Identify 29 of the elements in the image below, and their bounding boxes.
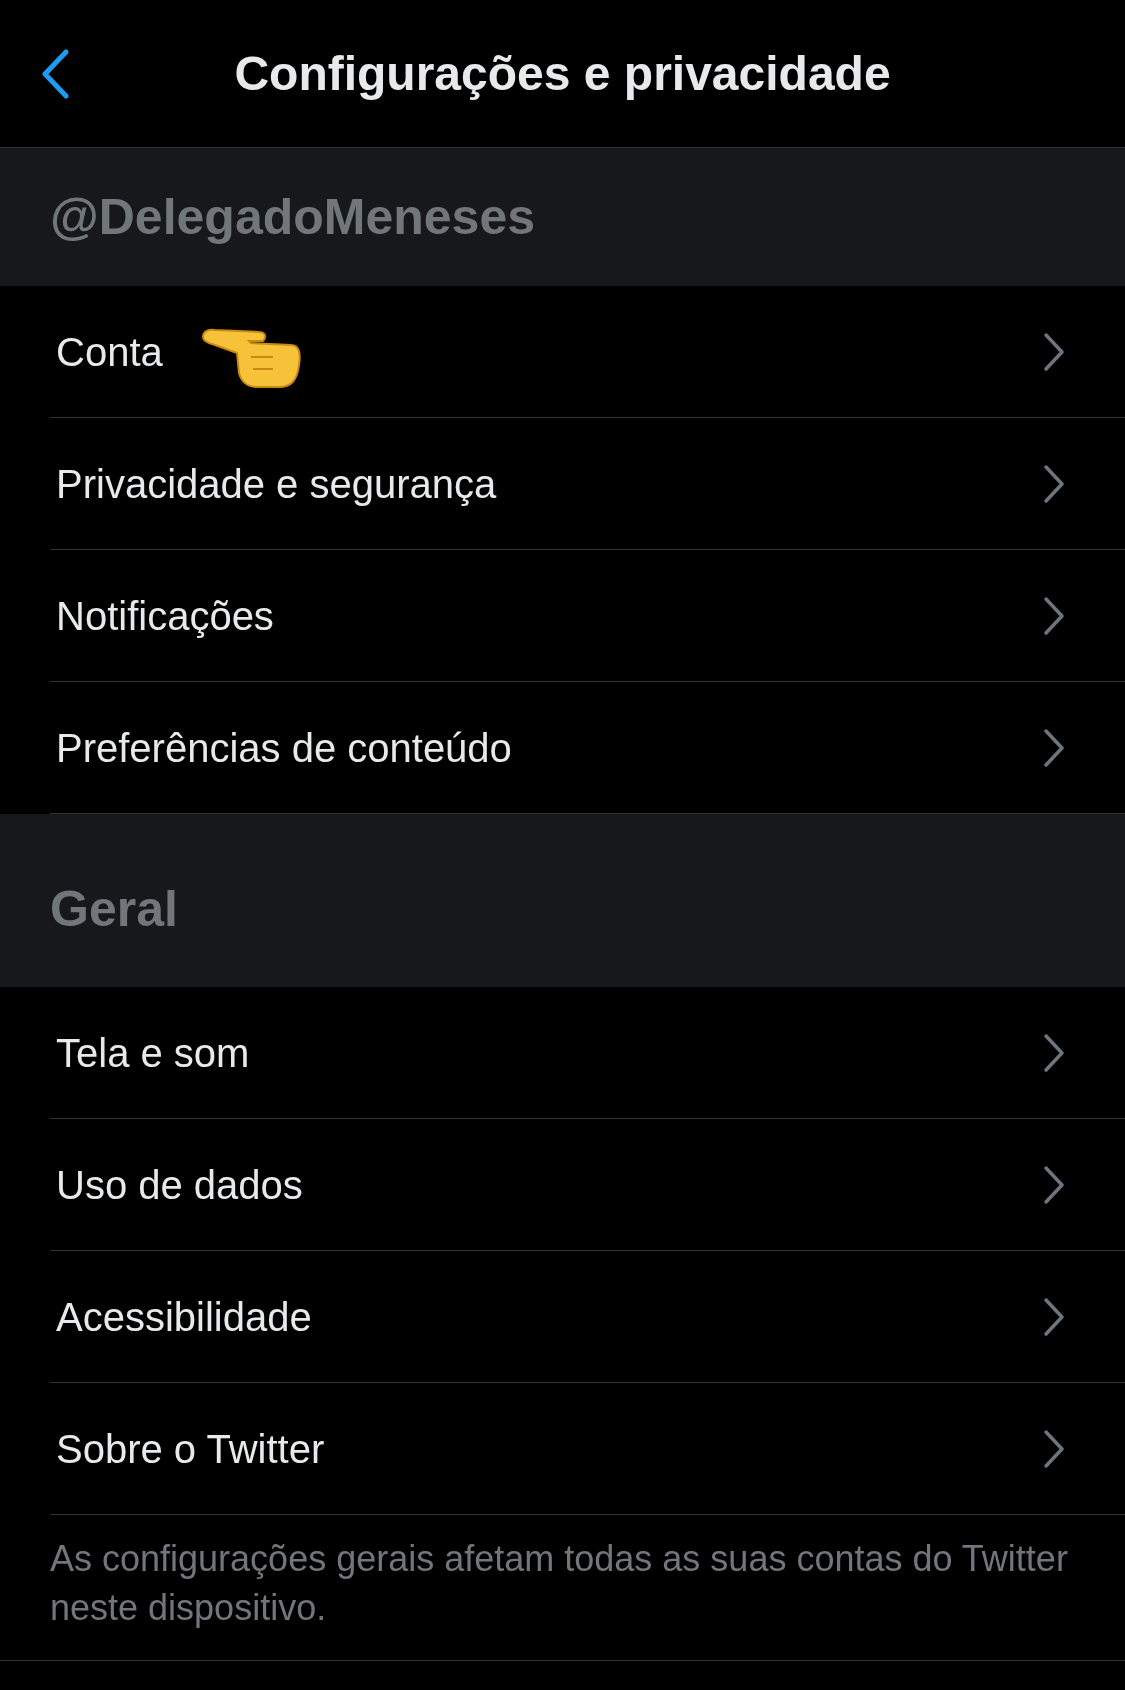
chevron-right-icon [1043,1428,1065,1469]
page-title: Configurações e privacidade [234,45,891,102]
row-label: Conta [56,328,163,376]
chevron-right-icon [1043,595,1065,636]
row-label: Preferências de conteúdo [56,724,512,772]
settings-row[interactable]: Tela e som [50,987,1125,1119]
chevron-right-icon [1043,1164,1065,1205]
chevron-right-icon [1043,331,1065,372]
row-label: Uso de dados [56,1161,303,1209]
settings-row[interactable]: Conta [50,286,1125,418]
settings-row[interactable]: Sobre o Twitter [50,1383,1125,1515]
section-title: @DelegadoMeneses [50,187,536,247]
chevron-right-icon [1043,1032,1065,1073]
back-button[interactable] [40,48,70,99]
row-label: Privacidade e segurança [56,460,497,508]
settings-row[interactable]: Acessibilidade [50,1251,1125,1383]
settings-row[interactable]: Uso de dados [50,1119,1125,1251]
row-label: Sobre o Twitter [56,1425,325,1473]
chevron-right-icon [1043,463,1065,504]
back-icon [40,48,70,99]
settings-row[interactable]: Notificações [50,550,1125,682]
row-label: Notificações [56,592,274,640]
chevron-right-icon [1043,727,1065,768]
row-label: Tela e som [56,1029,250,1077]
section-title: Geral [50,880,178,939]
settings-row[interactable]: Privacidade e segurança [50,418,1125,550]
footer-note: As configurações gerais afetam todas as suas contas do Twitter neste dispositivo. [0,1515,1125,1662]
row-label: Acessibilidade [56,1293,312,1341]
chevron-right-icon [1043,1296,1065,1337]
